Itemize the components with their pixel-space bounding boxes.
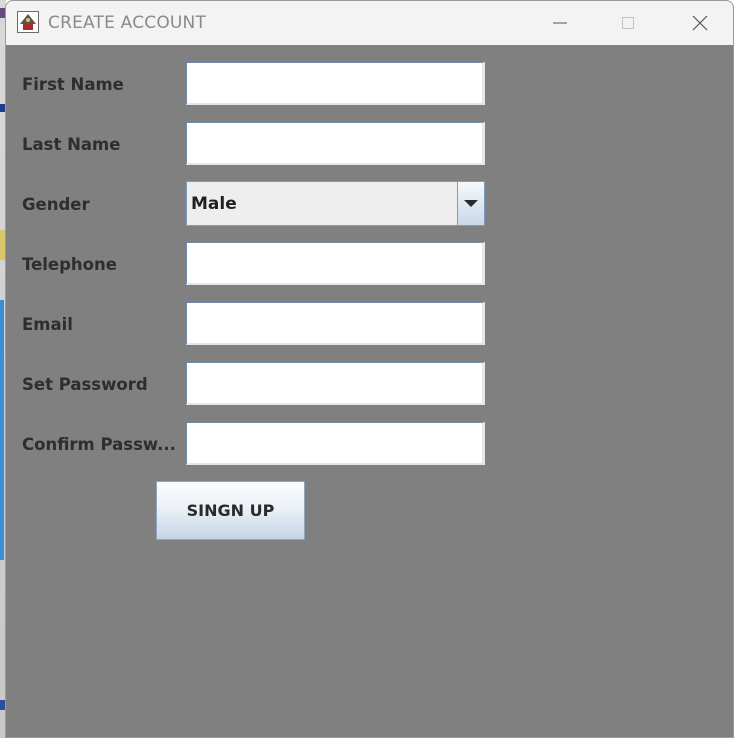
java-app-icon [17,11,39,33]
first-name-label: First Name [22,75,124,94]
email-label: Email [22,315,73,334]
close-icon [692,15,708,31]
telephone-label: Telephone [22,255,117,274]
create-account-window: CREATE ACCOUNT First Name Last Name Gend… [5,0,734,738]
close-button[interactable] [670,1,730,45]
maximize-icon [622,17,634,29]
maximize-button[interactable] [598,1,658,45]
first-name-field[interactable] [186,62,485,105]
set-password-label: Set Password [22,375,148,394]
gender-label: Gender [22,195,90,214]
confirm-password-field[interactable] [186,422,485,465]
email-field[interactable] [186,302,485,345]
last-name-field[interactable] [186,122,485,165]
last-name-label: Last Name [22,135,121,154]
window-title: CREATE ACCOUNT [48,13,207,33]
set-password-field[interactable] [186,362,485,405]
background-fragment [0,300,4,560]
minimize-button[interactable] [530,1,590,45]
gender-select[interactable]: Male [186,181,485,226]
title-bar[interactable]: CREATE ACCOUNT [6,1,733,45]
sign-up-button[interactable]: SINGN UP [156,481,305,540]
gender-selected-value: Male [191,194,237,214]
gender-dropdown-button[interactable] [457,182,484,225]
chevron-down-icon [464,199,478,207]
telephone-field[interactable] [186,242,485,285]
confirm-password-label: Confirm Passw... [22,435,176,454]
minimize-icon [553,22,567,24]
